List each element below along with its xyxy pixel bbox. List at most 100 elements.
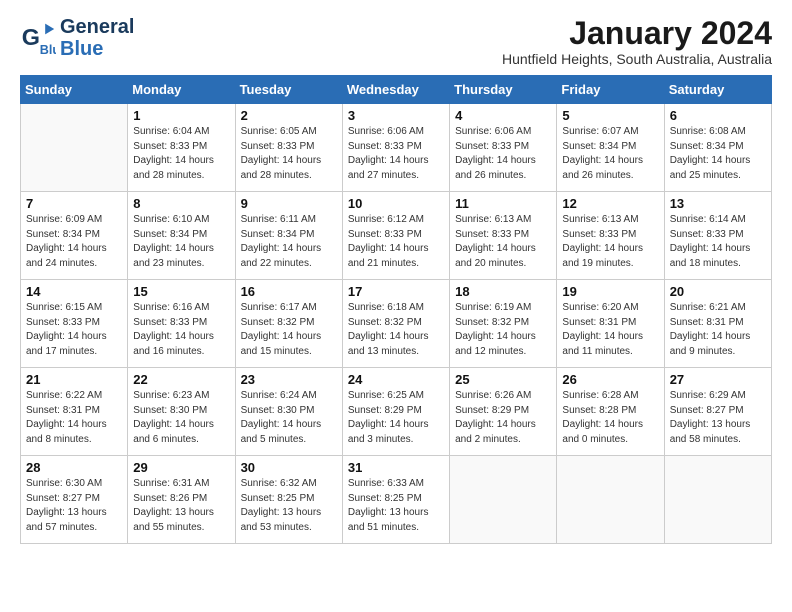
sunrise-text: Sunrise: 6:24 AM <box>241 389 337 404</box>
daylight-line2: and 23 minutes. <box>133 257 229 272</box>
sunset-text: Sunset: 8:30 PM <box>241 404 337 419</box>
sunrise-text: Sunrise: 6:19 AM <box>455 301 551 316</box>
daylight-line1: Daylight: 14 hours <box>133 418 229 433</box>
sunrise-text: Sunrise: 6:30 AM <box>26 477 122 492</box>
day-number: 31 <box>348 460 444 475</box>
sunset-text: Sunset: 8:34 PM <box>670 140 766 155</box>
day-info: Sunrise: 6:15 AM Sunset: 8:33 PM Dayligh… <box>26 301 122 359</box>
table-row: 15 Sunrise: 6:16 AM Sunset: 8:33 PM Dayl… <box>128 280 235 368</box>
day-info: Sunrise: 6:29 AM Sunset: 8:27 PM Dayligh… <box>670 389 766 447</box>
table-row: 10 Sunrise: 6:12 AM Sunset: 8:33 PM Dayl… <box>342 192 449 280</box>
daylight-line2: and 12 minutes. <box>455 345 551 360</box>
daylight-line1: Daylight: 14 hours <box>348 418 444 433</box>
day-info: Sunrise: 6:13 AM Sunset: 8:33 PM Dayligh… <box>455 213 551 271</box>
sunset-text: Sunset: 8:25 PM <box>348 492 444 507</box>
sunrise-text: Sunrise: 6:14 AM <box>670 213 766 228</box>
daylight-line2: and 0 minutes. <box>562 433 658 448</box>
daylight-line1: Daylight: 13 hours <box>348 506 444 521</box>
table-row: 13 Sunrise: 6:14 AM Sunset: 8:33 PM Dayl… <box>664 192 771 280</box>
sunrise-text: Sunrise: 6:16 AM <box>133 301 229 316</box>
sunset-text: Sunset: 8:33 PM <box>562 228 658 243</box>
daylight-line1: Daylight: 14 hours <box>133 242 229 257</box>
sunrise-text: Sunrise: 6:11 AM <box>241 213 337 228</box>
day-info: Sunrise: 6:04 AM Sunset: 8:33 PM Dayligh… <box>133 125 229 183</box>
sunrise-text: Sunrise: 6:08 AM <box>670 125 766 140</box>
col-thursday: Thursday <box>450 76 557 104</box>
daylight-line1: Daylight: 13 hours <box>670 418 766 433</box>
day-number: 13 <box>670 196 766 211</box>
daylight-line2: and 55 minutes. <box>133 521 229 536</box>
calendar-header-row: Sunday Monday Tuesday Wednesday Thursday… <box>21 76 772 104</box>
sunset-text: Sunset: 8:25 PM <box>241 492 337 507</box>
daylight-line1: Daylight: 14 hours <box>562 418 658 433</box>
daylight-line2: and 25 minutes. <box>670 169 766 184</box>
sunrise-text: Sunrise: 6:15 AM <box>26 301 122 316</box>
daylight-line2: and 13 minutes. <box>348 345 444 360</box>
table-row: 2 Sunrise: 6:05 AM Sunset: 8:33 PM Dayli… <box>235 104 342 192</box>
daylight-line1: Daylight: 14 hours <box>670 242 766 257</box>
sunset-text: Sunset: 8:31 PM <box>562 316 658 331</box>
day-number: 16 <box>241 284 337 299</box>
daylight-line2: and 22 minutes. <box>241 257 337 272</box>
table-row: 28 Sunrise: 6:30 AM Sunset: 8:27 PM Dayl… <box>21 456 128 544</box>
daylight-line1: Daylight: 13 hours <box>241 506 337 521</box>
table-row: 5 Sunrise: 6:07 AM Sunset: 8:34 PM Dayli… <box>557 104 664 192</box>
sunrise-text: Sunrise: 6:25 AM <box>348 389 444 404</box>
sunset-text: Sunset: 8:33 PM <box>348 228 444 243</box>
sunrise-text: Sunrise: 6:13 AM <box>455 213 551 228</box>
daylight-line1: Daylight: 14 hours <box>670 154 766 169</box>
day-number: 18 <box>455 284 551 299</box>
daylight-line1: Daylight: 14 hours <box>241 418 337 433</box>
sunset-text: Sunset: 8:29 PM <box>455 404 551 419</box>
location-subtitle: Huntfield Heights, South Australia, Aust… <box>502 51 772 67</box>
day-number: 2 <box>241 108 337 123</box>
sunset-text: Sunset: 8:34 PM <box>133 228 229 243</box>
table-row: 24 Sunrise: 6:25 AM Sunset: 8:29 PM Dayl… <box>342 368 449 456</box>
table-row: 30 Sunrise: 6:32 AM Sunset: 8:25 PM Dayl… <box>235 456 342 544</box>
table-row: 19 Sunrise: 6:20 AM Sunset: 8:31 PM Dayl… <box>557 280 664 368</box>
calendar-week-row: 7 Sunrise: 6:09 AM Sunset: 8:34 PM Dayli… <box>21 192 772 280</box>
col-tuesday: Tuesday <box>235 76 342 104</box>
sunset-text: Sunset: 8:32 PM <box>455 316 551 331</box>
daylight-line2: and 53 minutes. <box>241 521 337 536</box>
day-info: Sunrise: 6:25 AM Sunset: 8:29 PM Dayligh… <box>348 389 444 447</box>
daylight-line1: Daylight: 14 hours <box>455 418 551 433</box>
day-number: 29 <box>133 460 229 475</box>
daylight-line2: and 28 minutes. <box>133 169 229 184</box>
daylight-line1: Daylight: 14 hours <box>455 242 551 257</box>
day-info: Sunrise: 6:26 AM Sunset: 8:29 PM Dayligh… <box>455 389 551 447</box>
day-info: Sunrise: 6:06 AM Sunset: 8:33 PM Dayligh… <box>348 125 444 183</box>
daylight-line2: and 58 minutes. <box>670 433 766 448</box>
table-row <box>557 456 664 544</box>
daylight-line2: and 28 minutes. <box>241 169 337 184</box>
daylight-line1: Daylight: 14 hours <box>670 330 766 345</box>
table-row: 8 Sunrise: 6:10 AM Sunset: 8:34 PM Dayli… <box>128 192 235 280</box>
daylight-line2: and 19 minutes. <box>562 257 658 272</box>
table-row <box>664 456 771 544</box>
daylight-line1: Daylight: 14 hours <box>562 330 658 345</box>
daylight-line1: Daylight: 14 hours <box>455 330 551 345</box>
col-sunday: Sunday <box>21 76 128 104</box>
day-number: 28 <box>26 460 122 475</box>
day-info: Sunrise: 6:24 AM Sunset: 8:30 PM Dayligh… <box>241 389 337 447</box>
calendar-table: Sunday Monday Tuesday Wednesday Thursday… <box>20 75 772 544</box>
daylight-line2: and 26 minutes. <box>562 169 658 184</box>
table-row: 26 Sunrise: 6:28 AM Sunset: 8:28 PM Dayl… <box>557 368 664 456</box>
daylight-line2: and 9 minutes. <box>670 345 766 360</box>
table-row: 4 Sunrise: 6:06 AM Sunset: 8:33 PM Dayli… <box>450 104 557 192</box>
table-row <box>450 456 557 544</box>
daylight-line1: Daylight: 13 hours <box>133 506 229 521</box>
day-info: Sunrise: 6:12 AM Sunset: 8:33 PM Dayligh… <box>348 213 444 271</box>
day-info: Sunrise: 6:23 AM Sunset: 8:30 PM Dayligh… <box>133 389 229 447</box>
sunrise-text: Sunrise: 6:33 AM <box>348 477 444 492</box>
day-info: Sunrise: 6:22 AM Sunset: 8:31 PM Dayligh… <box>26 389 122 447</box>
sunset-text: Sunset: 8:30 PM <box>133 404 229 419</box>
sunrise-text: Sunrise: 6:18 AM <box>348 301 444 316</box>
day-info: Sunrise: 6:33 AM Sunset: 8:25 PM Dayligh… <box>348 477 444 535</box>
sunset-text: Sunset: 8:29 PM <box>348 404 444 419</box>
daylight-line1: Daylight: 14 hours <box>241 242 337 257</box>
sunrise-text: Sunrise: 6:09 AM <box>26 213 122 228</box>
calendar-week-row: 21 Sunrise: 6:22 AM Sunset: 8:31 PM Dayl… <box>21 368 772 456</box>
sunset-text: Sunset: 8:34 PM <box>241 228 337 243</box>
daylight-line1: Daylight: 14 hours <box>348 154 444 169</box>
